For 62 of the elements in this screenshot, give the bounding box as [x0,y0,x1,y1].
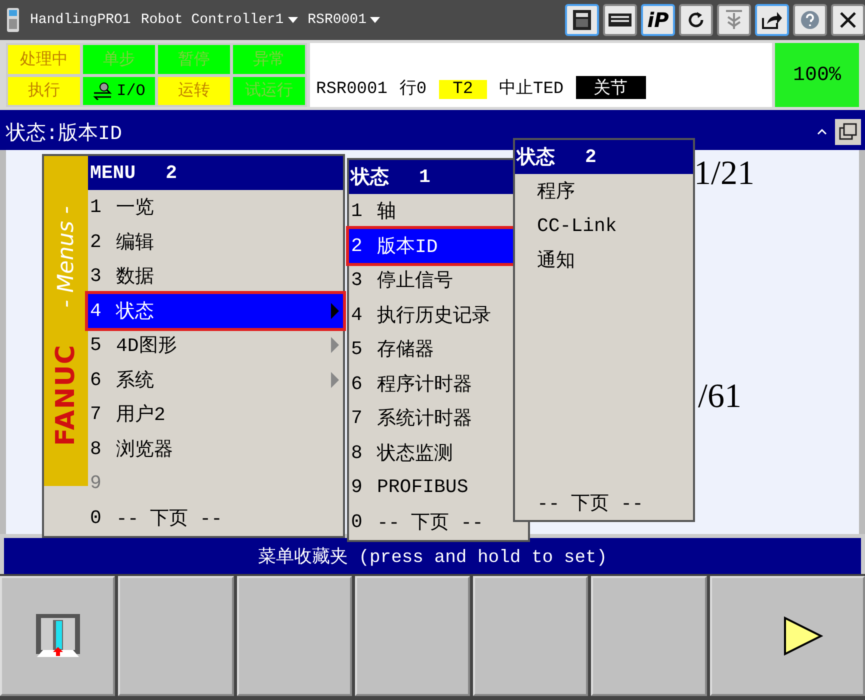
function-key[interactable] [236,576,352,696]
ip-button[interactable]: iP [641,4,675,36]
refresh-icon [686,10,706,30]
menu-item[interactable]: 5 4D图形 [88,328,343,362]
favorites-label: 菜单收藏夹 (press and hold to set) [258,546,608,568]
window-layout-icon[interactable] [835,119,861,145]
io-icon [92,82,113,100]
toolbar-button[interactable] [603,4,637,36]
coordinate-badge: 关节 [576,76,646,99]
function-key[interactable] [0,576,116,696]
status-indicator: 处理中 [8,45,80,74]
menu-item[interactable]: 7 用户2 [88,397,343,432]
function-key[interactable] [354,576,470,696]
menu-item[interactable]: 1 一览 [88,190,343,224]
status-indicator: 运转 [158,76,230,105]
mode-badge: T2 [438,80,488,99]
close-button[interactable] [831,4,865,36]
screen-title: 状态:版本ID [6,121,122,146]
line-number: 行0 [399,78,427,99]
menu-item[interactable]: 3 数据 [88,259,343,294]
teach-pendant-icon [6,7,20,33]
close-icon [840,12,856,28]
keyboard-icon [608,13,632,27]
program-name: RSR0001 [316,80,388,99]
status-indicator: 单步 [83,45,155,74]
function-key[interactable] [473,576,588,696]
menu-item[interactable]: 2 编辑 [88,224,343,259]
status-indicator: 暂停 [158,45,230,74]
menu-item[interactable]: 0 -- 下页 -- [88,500,343,535]
program-state: 中止TED [499,78,564,99]
stack-icon [725,9,743,31]
menu-item[interactable]: 4 状态 [88,294,343,328]
toolbar-button[interactable] [755,4,789,36]
toolbar-button[interactable] [565,4,599,36]
status-indicator: 异常 [233,45,305,74]
menu-header: MENU 2 [88,156,343,190]
menu-item[interactable]: 8 浏览器 [88,432,343,466]
page-counter: 1/21 [694,155,754,193]
next-page-item[interactable]: -- 下页 -- [515,486,693,520]
caret-icon [288,17,298,23]
controller-dropdown[interactable]: Robot Controller1 [140,12,298,28]
status-indicator: 执行 [8,76,80,105]
program-dropdown[interactable]: RSR0001 [308,12,380,28]
share-icon [761,10,783,30]
help-icon [800,10,820,30]
menus-caption: - Menus - [54,206,78,308]
pendant-icon [572,9,592,31]
function-key[interactable] [710,576,865,696]
function-key[interactable] [118,576,234,696]
exit-door-icon [34,613,81,659]
brand-logo: FANUC [51,344,81,446]
scroll-up-icon[interactable] [817,129,827,135]
next-arrow-icon [782,616,823,656]
toolbar-button[interactable] [679,4,713,36]
function-key[interactable] [591,576,707,696]
override-display: 100% [775,43,859,107]
caret-icon [370,17,380,23]
menu-item[interactable]: 6 系统 [88,362,343,397]
version-text: /61 [698,378,742,416]
status-indicator: 试运行 [233,76,305,105]
app-name: HandlingPRO1 [30,12,131,28]
status-indicator: I/O [83,76,155,105]
